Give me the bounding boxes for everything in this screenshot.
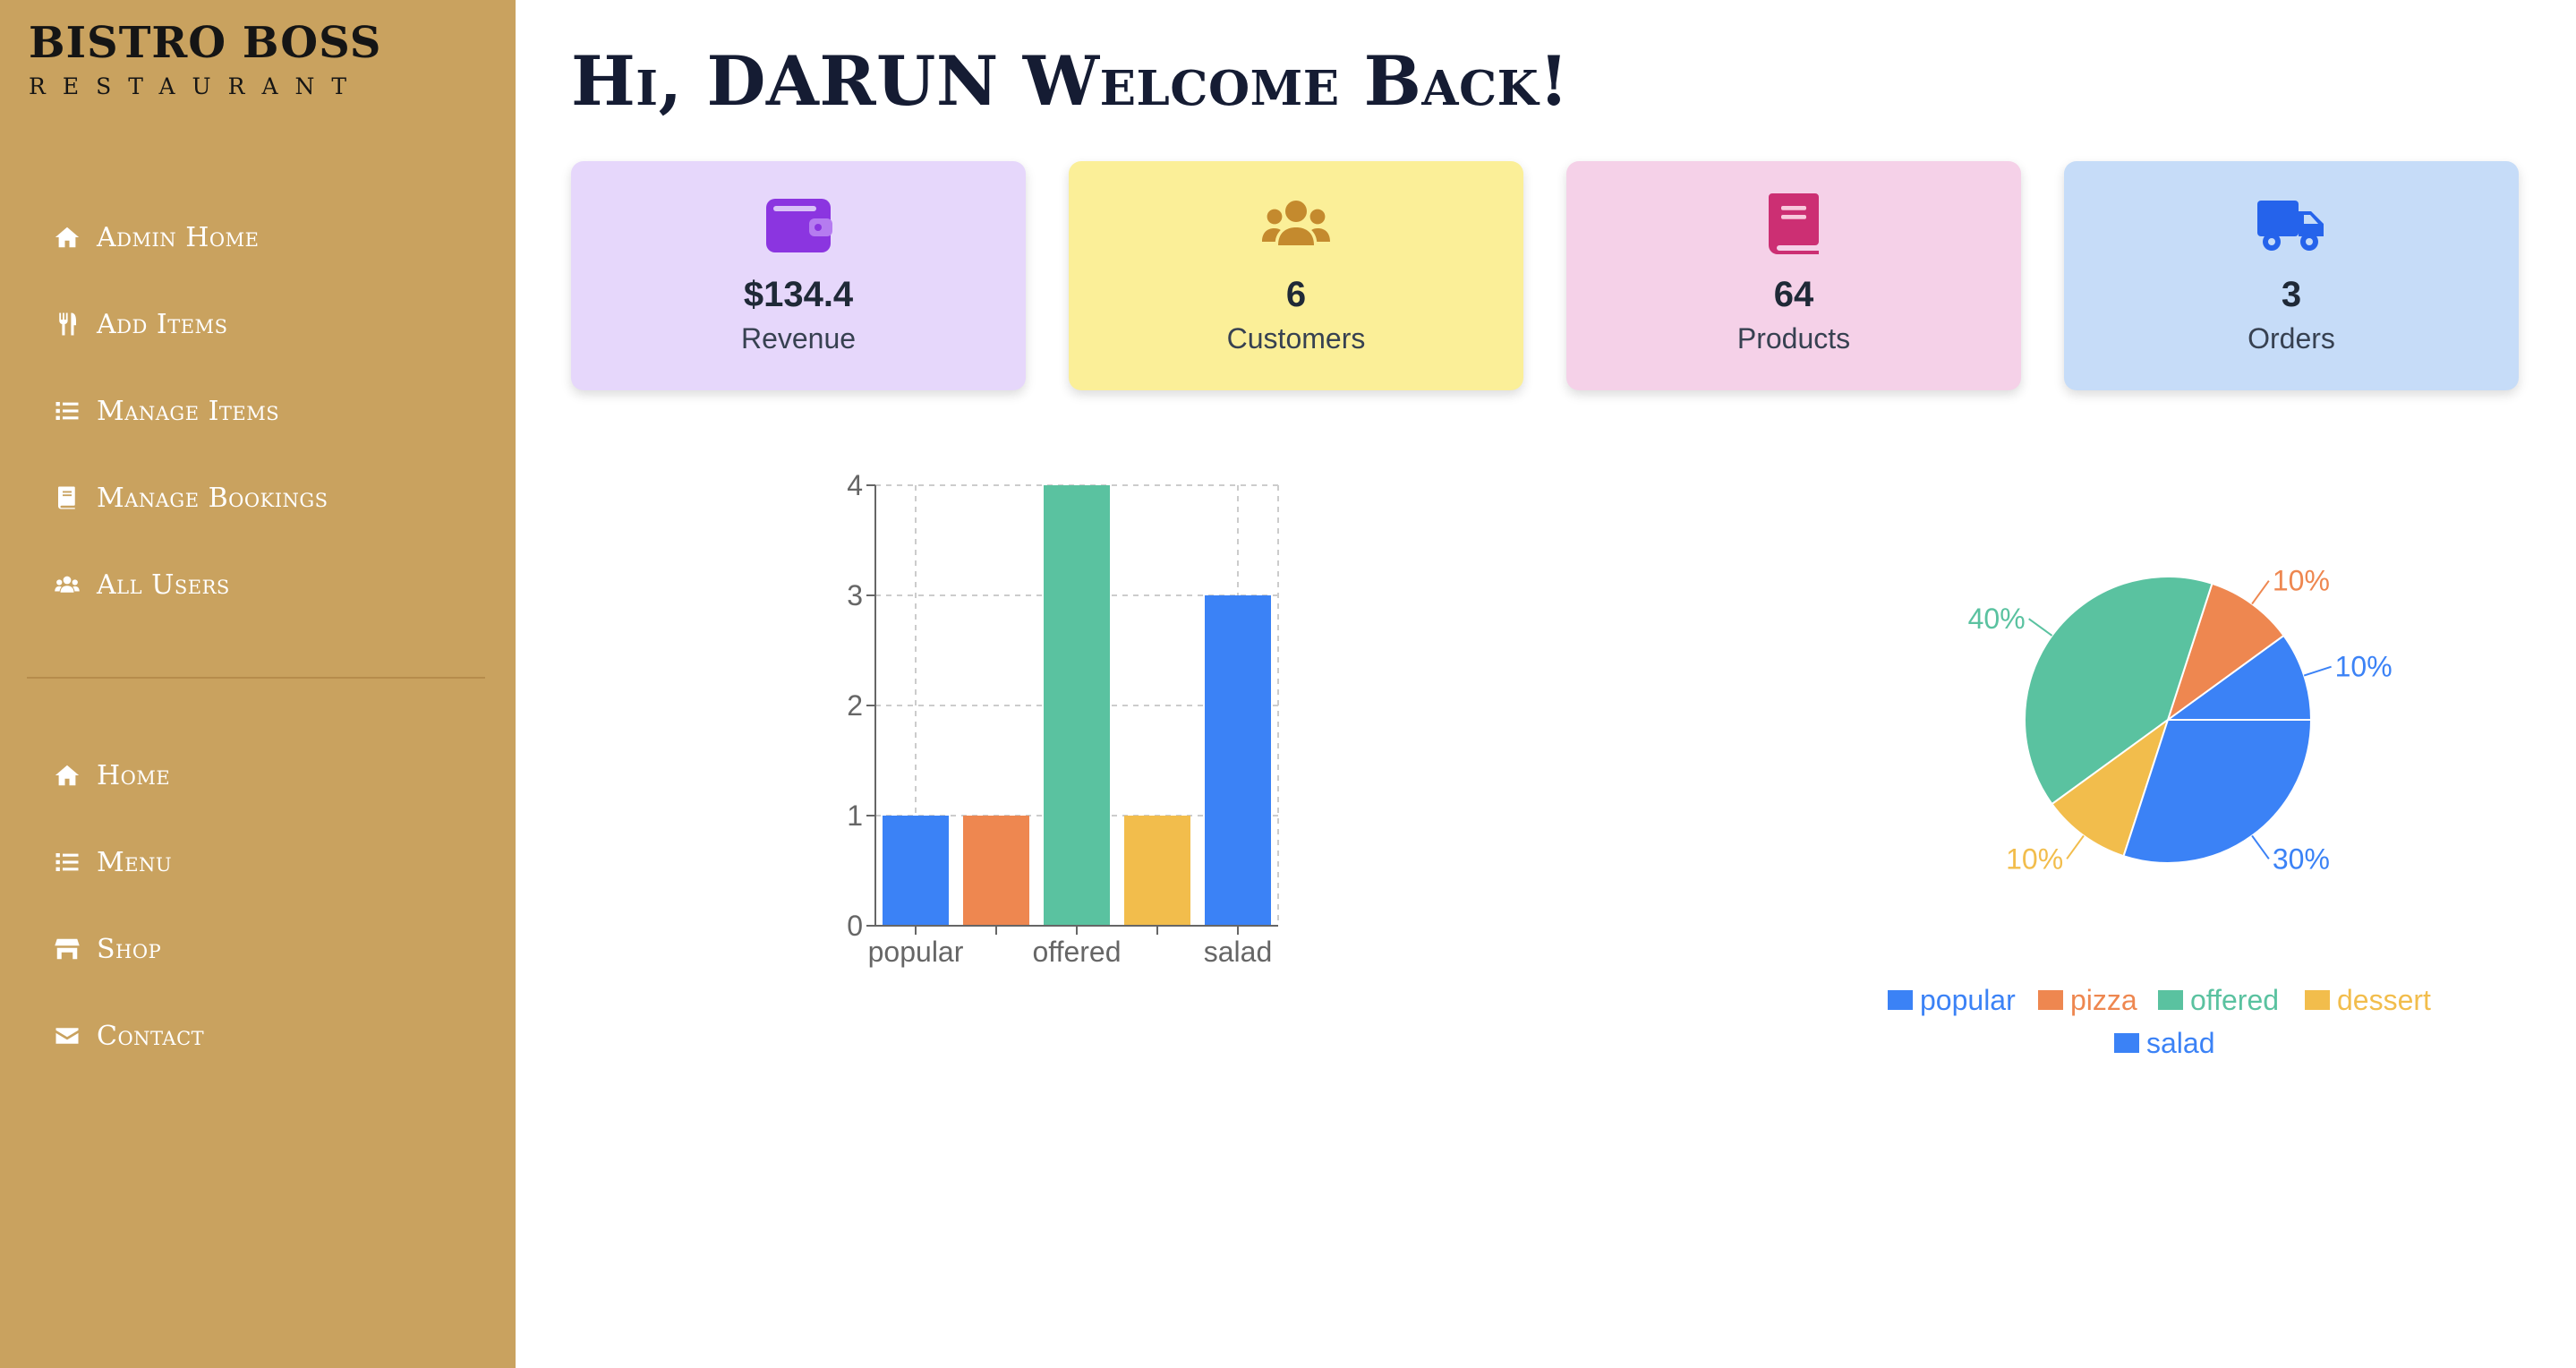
x-tick-label: salad [1204, 936, 1273, 968]
legend-item-dessert[interactable]: dessert [2305, 984, 2431, 1016]
pie-label-line [2028, 618, 2053, 637]
stat-card-orders: 3 Orders [2064, 161, 2519, 390]
sidebar-divider [27, 677, 485, 679]
sidebar: BISTRO BOSS Restaurant Admin Home Add It… [0, 0, 516, 1368]
sidebar-item-add-items[interactable]: Add Items [54, 297, 328, 351]
legend-swatch [2114, 1033, 2139, 1053]
brand-logo[interactable]: BISTRO BOSS Restaurant [29, 16, 381, 100]
sidebar-item-contact[interactable]: Contact [54, 1009, 204, 1063]
stat-card-products: 64 Products [1566, 161, 2021, 390]
legend-swatch [2038, 990, 2063, 1010]
sidebar-item-manage-items[interactable]: Manage Items [54, 384, 328, 438]
brand-subtitle: Restaurant [29, 73, 364, 99]
sidebar-item-label: Manage Bookings [97, 482, 328, 514]
sidebar-item-home[interactable]: Home [54, 748, 204, 802]
brand-title: BISTRO BOSS [29, 18, 382, 68]
book-icon [1760, 193, 1828, 254]
sidebar-item-label: Admin Home [97, 221, 260, 253]
x-tick-label: offered [1032, 936, 1121, 968]
legend-label: popular [1920, 984, 2016, 1016]
pie-slice-label: 30% [2273, 842, 2330, 875]
envelope-icon [54, 1022, 81, 1049]
pie-chart: 10% 10% 40% 10% 30% popular pizza offered desser… [1888, 565, 2431, 1059]
legend-label: salad [2146, 1027, 2215, 1059]
sidebar-item-label: Menu [97, 846, 173, 878]
pie-slice-label: 10% [2273, 565, 2330, 597]
sidebar-item-label: Shop [97, 933, 162, 965]
stat-card-revenue: $134.4 Revenue [571, 161, 1026, 390]
sidebar-item-label: Home [97, 759, 171, 791]
list-icon [54, 398, 81, 424]
page-title: Hi, DARUN Welcome Back! [571, 41, 1570, 121]
legend-swatch [1888, 990, 1913, 1010]
home-icon [54, 762, 81, 789]
pie-label-line [2303, 665, 2332, 677]
legend-label: dessert [2337, 984, 2431, 1016]
home-icon [54, 224, 81, 251]
legend-item-salad[interactable]: salad [2114, 1027, 2215, 1059]
users-icon [54, 571, 81, 598]
stat-label: Products [1736, 322, 1851, 355]
pie-slice-label: 10% [2335, 651, 2393, 683]
users-icon [1262, 193, 1330, 254]
truck-icon [2257, 193, 2325, 254]
bar-popular [883, 816, 949, 926]
stat-label: Customers [1226, 322, 1366, 355]
bar-salad [1205, 595, 1271, 926]
legend-swatch [2305, 990, 2330, 1010]
pie-slice-label: 40% [1968, 603, 2026, 635]
utensils-icon [54, 311, 81, 338]
sidebar-item-label: Manage Items [97, 395, 280, 427]
stat-label: Orders [2248, 322, 2335, 355]
main-content: Hi, DARUN Welcome Back! $134.4 Revenue 6… [516, 0, 2576, 1368]
legend-item-pizza[interactable]: pizza [2038, 984, 2137, 1016]
stat-value: $134.4 [743, 275, 854, 314]
pie-slice-label: 10% [2006, 842, 2063, 875]
sidebar-item-shop[interactable]: Shop [54, 922, 204, 976]
stat-value: 3 [2281, 275, 2302, 314]
bar-chart: 0 1 2 3 4 popular offered salad [847, 469, 1279, 968]
stat-value: 64 [1773, 275, 1814, 314]
legend-swatch [2158, 990, 2183, 1010]
wallet-icon [764, 193, 832, 254]
bar-offered [1044, 485, 1110, 926]
sidebar-item-label: Add Items [97, 308, 228, 340]
list-icon [54, 849, 81, 876]
sidebar-item-label: Contact [97, 1020, 205, 1052]
legend-label: pizza [2070, 984, 2137, 1016]
bar-dessert [1124, 816, 1190, 926]
sidebar-item-admin-home[interactable]: Admin Home [54, 210, 328, 264]
store-icon [54, 936, 81, 962]
y-tick-label: 1 [847, 799, 863, 832]
legend-item-offered[interactable]: offered [2158, 984, 2279, 1016]
y-tick-label: 4 [847, 469, 863, 501]
y-tick-label: 0 [847, 910, 863, 942]
x-tick-label: popular [868, 936, 964, 968]
pie-label-line [2251, 834, 2270, 859]
site-nav: Home Menu Shop Contact [54, 748, 204, 1063]
pie-label-line [2066, 834, 2085, 859]
stat-label: Revenue [740, 322, 857, 355]
bar-pizza [963, 816, 1029, 926]
y-tick-label: 3 [847, 579, 863, 611]
pie-label-line [2251, 580, 2270, 605]
y-tick-label: 2 [847, 689, 863, 722]
stat-card-customers: 6 Customers [1069, 161, 1523, 390]
sidebar-item-all-users[interactable]: All Users [54, 558, 328, 611]
legend-label: offered [2190, 984, 2279, 1016]
sidebar-item-label: All Users [97, 569, 230, 601]
stat-value: 6 [1285, 275, 1307, 314]
book-icon [54, 484, 81, 511]
legend-item-popular[interactable]: popular [1888, 984, 2016, 1016]
sidebar-item-menu[interactable]: Menu [54, 835, 204, 889]
admin-nav: Admin Home Add Items Manage Items Manage… [54, 210, 328, 611]
sidebar-item-manage-bookings[interactable]: Manage Bookings [54, 471, 328, 525]
